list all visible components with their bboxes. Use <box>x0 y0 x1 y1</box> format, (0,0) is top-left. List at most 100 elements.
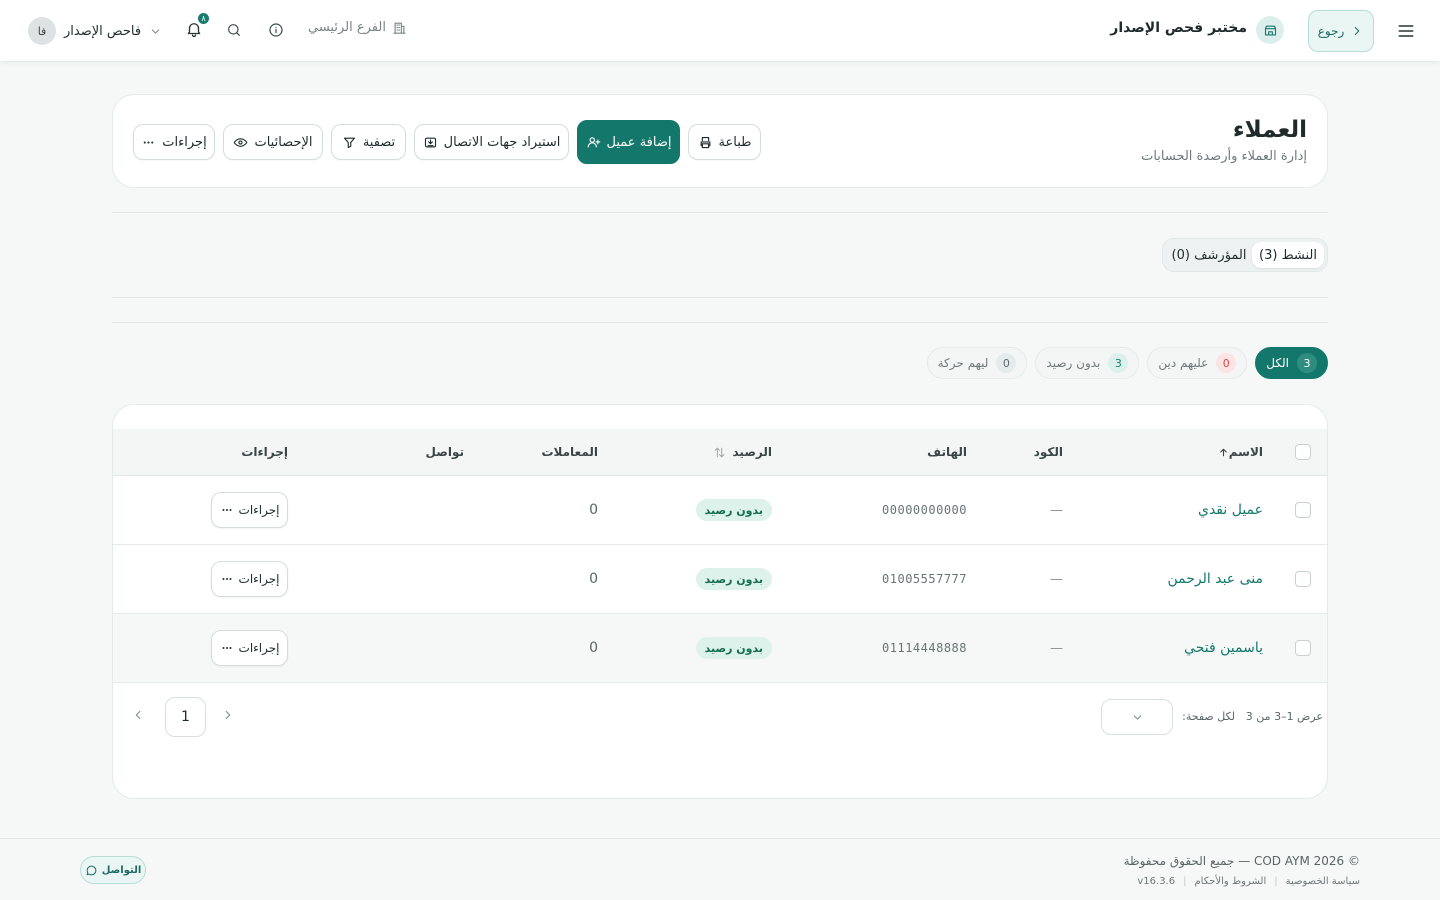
row-checkbox[interactable] <box>1295 571 1311 587</box>
import-contacts-button[interactable]: استيراد جهات الاتصال <box>414 124 569 160</box>
column-name-header[interactable]: الاسم <box>1218 429 1263 475</box>
pill-label: ليهم حركة <box>937 356 989 370</box>
branch-selector[interactable]: الفرع الرئيسي <box>308 20 407 35</box>
import-icon <box>424 137 436 147</box>
footer-links: سياسة الخصوصية | الشروط والأحكام | v16.3… <box>1137 876 1360 887</box>
add-customer-label: إضافة عميل <box>606 134 672 150</box>
page-actions-button[interactable]: إجراءات <box>133 124 215 160</box>
select-all-checkbox[interactable] <box>1295 444 1311 460</box>
page-header-card: العملاء إدارة العملاء وأرصدة الحسابات طب… <box>112 94 1328 188</box>
user-plus-icon <box>587 136 600 147</box>
row-actions-button[interactable]: إجراءات <box>211 630 288 666</box>
per-page-label: لكل صفحة: <box>1182 710 1235 723</box>
print-button[interactable]: طباعة <box>688 124 761 160</box>
more-horizontal-icon <box>143 140 154 144</box>
page-actions-label: إجراءات <box>162 134 207 150</box>
column-code-header[interactable]: الكود <box>1034 429 1063 475</box>
column-phone-header[interactable]: الهاتف <box>927 429 967 475</box>
user-menu[interactable]: فا فاحص الإصدار <box>28 16 162 46</box>
separator: | <box>1183 876 1187 887</box>
column-label: الاسم <box>1228 445 1263 459</box>
statistics-button[interactable]: الإحصائيات <box>223 124 323 160</box>
per-page-select[interactable] <box>1101 699 1173 735</box>
pill-count: 0 <box>1216 353 1237 373</box>
pill-count: 3 <box>1108 353 1129 373</box>
contact-button-label: التواصل <box>101 864 142 876</box>
tab-archived[interactable]: المؤرشف (0) <box>1166 242 1252 268</box>
back-button[interactable]: رجوع <box>1308 10 1374 52</box>
filter-icon <box>343 137 355 148</box>
row-checkbox[interactable] <box>1295 502 1311 518</box>
version-text: v16.3.6 <box>1137 876 1176 887</box>
table-header: الاسم الكود الهاتف الرصيد المعاملات تواص… <box>113 429 1327 476</box>
row-actions-label: إجراءات <box>238 503 280 517</box>
pill-count: 3 <box>1297 353 1317 373</box>
back-button-label: رجوع <box>1317 24 1345 38</box>
more-horizontal-icon <box>222 578 232 580</box>
notifications-button[interactable]: ٨ <box>183 12 210 40</box>
arrow-up-icon <box>1219 448 1227 456</box>
customer-name-link[interactable]: عميل نقدي <box>1198 502 1263 518</box>
filter-button-label: تصفية <box>362 134 396 150</box>
pill-count: 0 <box>996 353 1017 373</box>
customers-table-card: الاسم الكود الهاتف الرصيد المعاملات تواص… <box>112 404 1328 799</box>
user-name: فاحص الإصدار <box>64 23 142 39</box>
next-page-button[interactable] <box>131 708 145 722</box>
chevron-left-icon <box>135 710 141 720</box>
page-subtitle: إدارة العملاء وأرصدة الحسابات <box>1141 149 1307 164</box>
pill-label: عليهم دين <box>1158 356 1209 370</box>
filter-pill-has-activity[interactable]: 0 ليهم حركة <box>926 347 1028 379</box>
row-actions-button[interactable]: إجراءات <box>211 492 288 528</box>
column-contact-header: تواصل <box>425 445 464 459</box>
filter-pill-no-balance[interactable]: 3 بدون رصيد <box>1035 347 1140 379</box>
table-row: منى عبد الرحمن — 01005557777 بدون رصيد 0… <box>113 545 1327 614</box>
column-transactions-header: المعاملات <box>541 445 598 459</box>
row-actions-label: إجراءات <box>238 572 280 586</box>
table-row: ياسمين فتحي — 01114448888 بدون رصيد 0 إج… <box>113 614 1327 683</box>
info-icon[interactable] <box>268 22 284 38</box>
printer-icon <box>700 136 710 148</box>
chevron-right-icon <box>1355 26 1360 36</box>
add-customer-button[interactable]: إضافة عميل <box>577 120 680 164</box>
privacy-link[interactable]: سياسة الخصوصية <box>1286 876 1360 887</box>
pagination-info: عرض 1–3 من 3 <box>1245 710 1323 723</box>
page-number-button[interactable]: 1 <box>165 697 206 737</box>
contact-button[interactable]: التواصل <box>80 856 146 884</box>
transactions-count: 0 <box>589 571 598 587</box>
previous-page-button[interactable] <box>221 708 235 722</box>
column-actions-header: إجراءات <box>241 445 288 459</box>
customer-name-link[interactable]: منى عبد الرحمن <box>1167 571 1263 587</box>
footer: © 2026 COD AYM — جميع الحقوق محفوظة سياس… <box>0 838 1440 900</box>
pill-label: بدون رصيد <box>1046 356 1101 370</box>
separator: | <box>1274 876 1278 887</box>
customer-phone: 00000000000 <box>882 503 967 517</box>
store-icon <box>1256 16 1284 44</box>
eye-icon <box>234 137 248 147</box>
column-label: الرصيد <box>732 445 772 459</box>
page-title: العملاء <box>1232 117 1307 143</box>
filter-button[interactable]: تصفية <box>331 124 406 160</box>
chat-bubble-icon <box>86 865 97 875</box>
row-actions-button[interactable]: إجراءات <box>211 561 288 597</box>
customer-phone: 01005557777 <box>882 572 967 586</box>
customer-code: — <box>1050 571 1063 587</box>
filter-pill-all[interactable]: 3 الكل <box>1255 347 1328 379</box>
statistics-button-label: الإحصائيات <box>254 134 313 150</box>
top-bar: رجوع مختبر فحص الإصدار الفرع الرئيسي ٨ ف… <box>0 0 1440 62</box>
divider <box>112 297 1328 298</box>
status-tabs: النشط (3) المؤرشف (0) <box>1162 238 1328 272</box>
balance-badge: بدون رصيد <box>695 568 772 590</box>
tab-active[interactable]: النشط (3) <box>1252 242 1324 268</box>
filter-pills: 3 الكل 0 عليهم دين 3 بدون رصيد 0 ليهم حر… <box>926 347 1328 379</box>
terms-link[interactable]: الشروط والأحكام <box>1194 876 1266 887</box>
search-icon[interactable] <box>226 22 242 38</box>
row-checkbox[interactable] <box>1295 640 1311 656</box>
branch-label: الفرع الرئيسي <box>308 20 386 35</box>
row-actions-label: إجراءات <box>238 641 280 655</box>
chevron-down-icon <box>1133 714 1141 720</box>
hamburger-menu-icon[interactable] <box>1394 19 1418 43</box>
balance-badge: بدون رصيد <box>695 637 772 659</box>
filter-pill-in-debt[interactable]: 0 عليهم دين <box>1147 347 1248 379</box>
column-balance-header[interactable]: الرصيد <box>713 429 772 475</box>
customer-name-link[interactable]: ياسمين فتحي <box>1184 640 1263 656</box>
